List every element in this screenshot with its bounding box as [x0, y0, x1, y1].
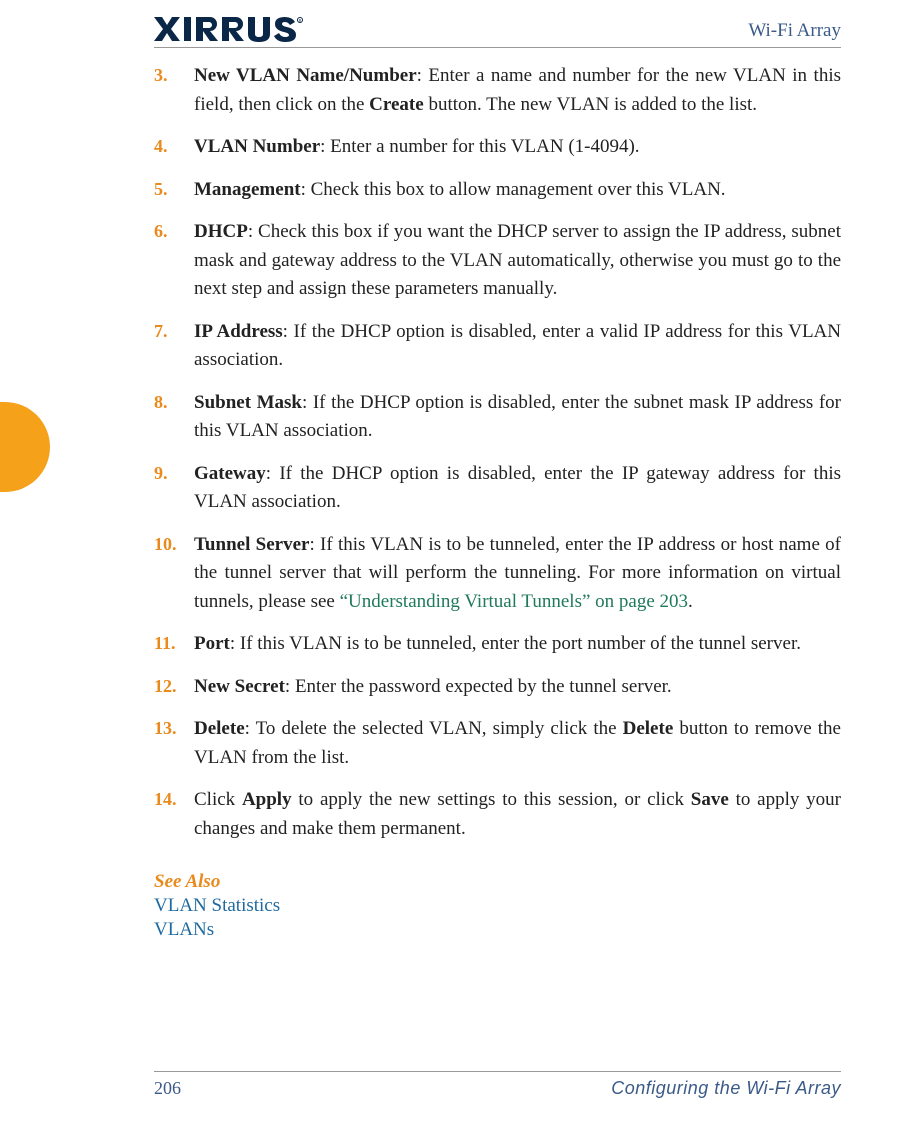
instruction-item: 3. New VLAN Name/Number: Enter a name and… [154, 62, 841, 119]
instruction-item: 6. DHCP: Check this box if you want the D… [154, 218, 841, 304]
step-number: 11. [154, 630, 184, 657]
instruction-list: 3. New VLAN Name/Number: Enter a name and… [154, 62, 841, 843]
see-also-link[interactable]: VLAN Statistics [154, 895, 841, 917]
instruction-item: 7. IP Address: If the DHCP option is disa… [154, 318, 841, 375]
step-body: Subnet Mask: If the DHCP option is disab… [194, 392, 841, 442]
step-body: Click Apply to apply the new settings to… [194, 789, 841, 839]
step-title: Subnet Mask [194, 392, 302, 413]
inline-bold: Create [369, 94, 424, 115]
step-number: 5. [154, 176, 184, 203]
see-also-link[interactable]: VLANs [154, 919, 841, 941]
brand-logo: R [154, 14, 304, 44]
inline-bold: Apply [242, 789, 292, 810]
instruction-item: 13. Delete: To delete the selected VLAN, … [154, 715, 841, 772]
step-body: IP Address: If the DHCP option is disabl… [194, 321, 841, 371]
step-number: 6. [154, 218, 184, 245]
side-tab-marker [0, 402, 50, 492]
step-title: New VLAN Name/Number [194, 65, 417, 86]
step-number: 3. [154, 62, 184, 89]
inline-bold: Save [691, 789, 729, 810]
step-title: IP Address [194, 321, 283, 342]
page-number: 206 [154, 1078, 181, 1099]
instruction-item: 14. Click Apply to apply the new settings… [154, 786, 841, 843]
step-body: New Secret: Enter the password expected … [194, 676, 672, 697]
step-number: 4. [154, 133, 184, 160]
step-body: Port: If this VLAN is to be tunneled, en… [194, 633, 801, 654]
step-body: Tunnel Server: If this VLAN is to be tun… [194, 534, 841, 612]
step-body: Gateway: If the DHCP option is disabled,… [194, 463, 841, 513]
step-body: VLAN Number: Enter a number for this VLA… [194, 136, 640, 157]
see-also-section: See Also VLAN Statistics VLANs [154, 871, 841, 941]
step-body: Delete: To delete the selected VLAN, sim… [194, 718, 841, 768]
instruction-item: 9. Gateway: If the DHCP option is disable… [154, 460, 841, 517]
step-number: 8. [154, 389, 184, 416]
step-body: Management: Check this box to allow mana… [194, 179, 726, 200]
page-header-title: Wi-Fi Array [748, 20, 841, 42]
step-number: 12. [154, 673, 184, 700]
step-title: Gateway [194, 463, 266, 484]
step-number: 14. [154, 786, 184, 813]
instruction-item: 10. Tunnel Server: If this VLAN is to be … [154, 531, 841, 617]
step-number: 9. [154, 460, 184, 487]
step-number: 7. [154, 318, 184, 345]
page-footer: 206 Configuring the Wi-Fi Array [154, 1071, 841, 1099]
chapter-title: Configuring the Wi-Fi Array [611, 1078, 841, 1099]
see-also-heading: See Also [154, 871, 841, 893]
step-title: VLAN Number [194, 136, 320, 157]
step-title: Tunnel Server [194, 534, 309, 555]
step-number: 10. [154, 531, 184, 558]
cross-reference-link[interactable]: “Understanding Virtual Tunnels” on page … [340, 591, 688, 612]
step-title: DHCP [194, 221, 248, 242]
step-body: New VLAN Name/Number: Enter a name and n… [194, 65, 841, 115]
step-title: Delete [194, 718, 245, 739]
step-number: 13. [154, 715, 184, 742]
step-body: DHCP: Check this box if you want the DHC… [194, 221, 841, 299]
instruction-item: 4. VLAN Number: Enter a number for this V… [154, 133, 841, 162]
svg-text:R: R [299, 18, 302, 23]
step-title: Port [194, 633, 230, 654]
step-title: New Secret [194, 676, 285, 697]
instruction-item: 8. Subnet Mask: If the DHCP option is dis… [154, 389, 841, 446]
step-title: Management [194, 179, 301, 200]
header-rule [154, 47, 841, 48]
instruction-item: 11. Port: If this VLAN is to be tunneled,… [154, 630, 841, 659]
instruction-item: 5. Management: Check this box to allow ma… [154, 176, 841, 205]
inline-bold: Delete [623, 718, 674, 739]
instruction-item: 12. New Secret: Enter the password expect… [154, 673, 841, 702]
